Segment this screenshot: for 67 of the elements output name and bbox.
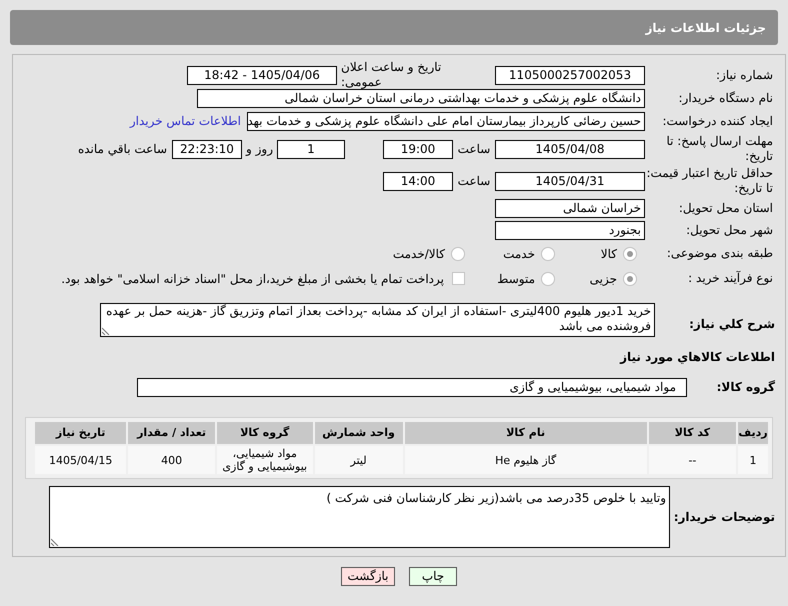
field-label: شهر محل تحویل:	[685, 222, 774, 238]
field-label: استان محل تحویل:	[678, 200, 774, 216]
text-field[interactable]: حسین رضائی کارپرداز بیمارستان امام علی دانشگاه علوم پزشکی و خدمات بهد	[247, 112, 645, 130]
field-label: توضیحات خریدار:	[672, 509, 776, 526]
column-header: تعداد / مقدار	[128, 422, 215, 444]
back-button[interactable]: بازگشت	[341, 567, 395, 586]
radio-label: خدمت	[503, 246, 535, 262]
table-cell: گاز هلیوم He	[404, 446, 647, 474]
countdown-field[interactable]: 22:23:10	[172, 140, 242, 158]
table-cell: --	[648, 446, 736, 474]
text-field[interactable]: 1405/04/08	[495, 140, 645, 158]
table-cell: 1	[738, 446, 768, 474]
radio-button[interactable]	[623, 246, 637, 260]
print-button[interactable]: چاپ	[409, 567, 457, 586]
text-field[interactable]: 1	[277, 140, 345, 158]
treasury-text: پرداخت تمام یا بخشی از مبلغ خرید،از محل "اسناد خزانه اسلامی" خواهد بود.	[61, 270, 444, 288]
time-label: ساعت	[456, 173, 492, 190]
table-cell: 1405/04/15	[35, 446, 126, 474]
checkbox[interactable]	[452, 272, 465, 285]
resize-grip-icon[interactable]	[102, 327, 110, 335]
radio-button[interactable]	[451, 246, 465, 260]
field-label: نوع فرآیند خرید :	[687, 271, 774, 286]
column-header: واحد شمارش	[314, 422, 402, 444]
contact-link[interactable]: اطلاعات تماس خریدار	[130, 112, 241, 130]
radio-label: متوسط	[497, 270, 535, 288]
text-field[interactable]: خراسان شمالی	[495, 198, 645, 218]
goods-group-field[interactable]: مواد شیمیایی، بیوشیمیایی و گازی	[137, 378, 687, 396]
days-label: روز و	[244, 141, 274, 158]
field-label: مهلت ارسال پاسخ: تا تاریخ:	[665, 134, 774, 164]
text-field[interactable]: 14:00	[383, 172, 453, 190]
field-label: تاریخ و ساعت اعلان عمومی:	[340, 60, 442, 90]
field-label: حداقل تاریخ اعتبار قیمت: تا تاریخ:	[645, 166, 774, 196]
column-header: کد کالا	[648, 422, 736, 444]
column-header: تاریخ نیاز	[35, 422, 126, 444]
radio-label: جزیی	[590, 270, 617, 288]
radio-button[interactable]	[541, 246, 555, 260]
field-label: شماره نیاز:	[715, 68, 774, 82]
description-text: خرید 1دیور هلیوم 400لیتری -استفاده از ایران کد مشابه -پرداخت بعداز اتمام وتزریق گاز -هزینه حمل بر عهده فروشنده می باشد	[106, 304, 651, 333]
text-field[interactable]: دانشگاه علوم پزشکی و خدمات بهداشتی درمانی استان خراسان شمالی	[197, 88, 645, 108]
section-title: اطلاعات کالاهاي مورد نیاز	[620, 349, 776, 366]
buyer-notes-area[interactable]: وتایید با خلوص 35درصد می باشد(زیر نظر کارشناسان فنی شرکت )	[49, 486, 670, 548]
table-cell: مواد شیمیایی، بیوشیمیایی و گازی	[216, 446, 313, 474]
column-header: گروه کالا	[216, 422, 313, 444]
remaining-label: ساعت باقي مانده	[78, 141, 168, 158]
table-cell: 400	[128, 446, 215, 474]
column-header: نام کالا	[404, 422, 647, 444]
column-header: ردیف	[738, 422, 768, 444]
text-field[interactable]: بجنورد	[495, 220, 645, 240]
text-field[interactable]: 1405/04/31	[495, 172, 645, 190]
notes-text: وتایید با خلوص 35درصد می باشد(زیر نظر کارشناسان فنی شرکت )	[326, 491, 666, 505]
field-label: شرح کلي نیاز:	[688, 316, 776, 333]
radio-button[interactable]	[623, 272, 637, 286]
text-field[interactable]: 19:00	[383, 140, 453, 158]
time-label: ساعت	[456, 141, 492, 158]
field-label: طبقه بندی موضوعی:	[666, 246, 774, 261]
field-label: نام دستگاه خریدار:	[678, 90, 774, 106]
field-label: گروه کالا:	[716, 379, 776, 396]
radio-button[interactable]	[541, 272, 555, 286]
text-field[interactable]: 1405/04/06 - 18:42	[187, 66, 337, 84]
table-cell: لیتر	[314, 446, 402, 474]
page-title: جزئیات اطلاعات نیاز	[645, 20, 766, 36]
resize-grip-icon[interactable]	[51, 538, 59, 546]
description-area[interactable]: خرید 1دیور هلیوم 400لیتری -استفاده از ایران کد مشابه -پرداخت بعداز اتمام وتزریق گاز -هزینه حمل بر عهده فروشنده می باشد	[100, 303, 655, 337]
radio-label: کالا/خدمت	[392, 246, 445, 262]
text-field[interactable]: 1105000257002053	[495, 66, 645, 84]
field-label: ایجاد کننده درخواست:	[661, 114, 774, 128]
radio-label: کالا	[600, 246, 617, 262]
